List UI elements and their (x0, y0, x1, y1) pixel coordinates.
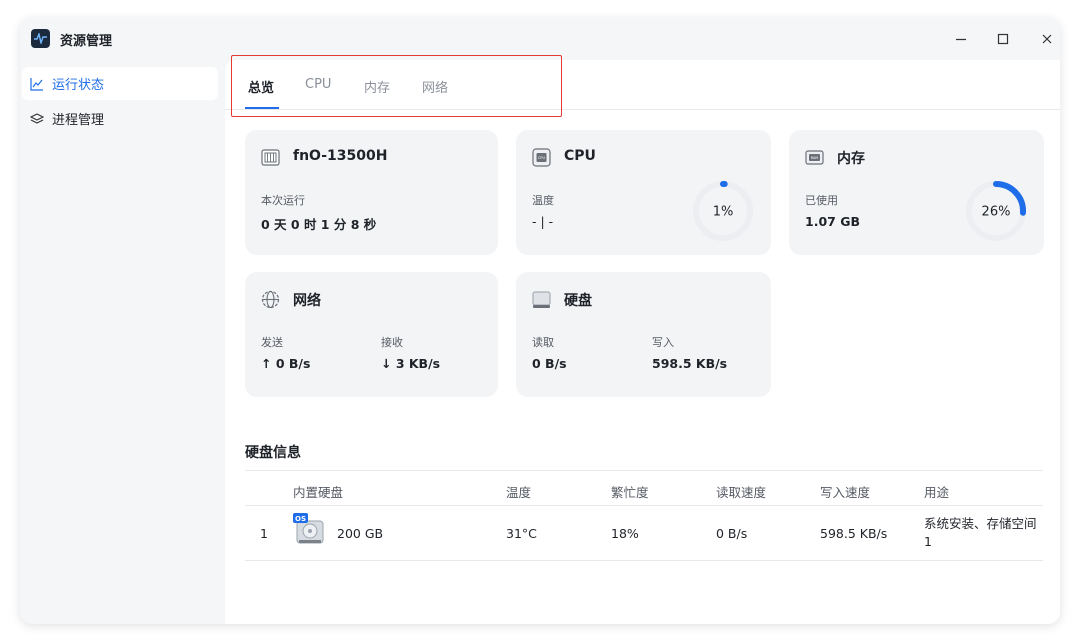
column-header: 内置硬盘 (293, 485, 344, 500)
title-bar: 资源管理 (20, 18, 1060, 60)
network-title: 网络 (293, 293, 321, 309)
cpu-title: CPU (564, 148, 596, 164)
disk-read-label: 读取 (532, 336, 554, 349)
disk-title: 硬盘 (564, 293, 592, 309)
disk-temp: 31°C (506, 526, 537, 541)
column-header: 读取速度 (716, 485, 767, 500)
minimize-button[interactable] (948, 28, 974, 50)
memory-used-label: 已使用 (805, 194, 838, 207)
cpu-temp-label: 温度 (532, 194, 554, 207)
disk-busy: 18% (611, 526, 639, 541)
network-card: 网络 发送 ↑ 0 B/s 接收 ↓ 3 KB/s (245, 272, 498, 397)
main-panel: 总览 CPU 内存 网络 fnO-13500H 本次运行 0 天 0 时 1 分… (225, 60, 1060, 624)
system-name: fnO-13500H (293, 148, 388, 164)
sidebar-item-process-management[interactable]: 进程管理 (22, 102, 218, 135)
column-header: 写入速度 (820, 485, 871, 500)
svg-text:CPU: CPU (538, 156, 545, 160)
disk-write-speed: 598.5 KB/s (820, 526, 888, 541)
cpu-usage-ring: 1% (693, 181, 753, 241)
ram-icon: RAM (805, 148, 824, 167)
memory-used-value: 1.07 GB (805, 214, 860, 229)
os-badge: OS (295, 515, 306, 523)
uptime-label: 本次运行 (261, 194, 305, 207)
disk-read-speed: 0 B/s (716, 526, 748, 541)
disk-size: 200 GB (337, 526, 384, 541)
disk-usage: 系统安装、存储空间 1 (924, 516, 1037, 549)
cpu-usage-text: 1% (713, 205, 734, 220)
disk-write-label: 写入 (652, 336, 674, 349)
layers-icon (30, 111, 46, 127)
sidebar-item-run-status[interactable]: 运行状态 (22, 67, 218, 100)
disk-table-header: 内置硬盘 温度 繁忙度 读取速度 写入速度 用途 (245, 470, 1043, 506)
app-logo-icon (31, 29, 50, 48)
cpu-icon: CPU (532, 148, 551, 167)
close-icon (1042, 34, 1052, 44)
memory-usage-ring: 26% (966, 181, 1026, 241)
memory-usage-text: 26% (982, 205, 1011, 220)
network-send-value: ↑ 0 B/s (261, 356, 311, 371)
minimize-icon (956, 38, 966, 41)
memory-card: RAM 内存 已使用 1.07 GB 26% (789, 130, 1044, 255)
maximize-button[interactable] (990, 28, 1016, 50)
sidebar-item-label: 运行状态 (52, 78, 105, 93)
table-row[interactable]: 1 OS 200 GB 31°C 18% 0 B/s 598.5 KB/s 系统… (245, 506, 1043, 561)
column-header: 繁忙度 (611, 485, 649, 500)
hard-disk-icon (532, 290, 551, 309)
system-card: fnO-13500H 本次运行 0 天 0 时 1 分 8 秒 (245, 130, 498, 255)
uptime-value: 0 天 0 时 1 分 8 秒 (261, 217, 377, 232)
column-header: 用途 (924, 485, 950, 500)
globe-icon (261, 290, 280, 309)
network-recv-label: 接收 (381, 336, 403, 349)
chip-icon (261, 148, 280, 167)
cpu-card: CPU CPU 温度 - | - 1% (516, 130, 771, 255)
sidebar-item-label: 进程管理 (52, 113, 105, 128)
maximize-icon (997, 33, 1009, 45)
column-header: 温度 (506, 485, 532, 500)
line-chart-icon (30, 76, 46, 92)
app-title: 资源管理 (60, 34, 113, 49)
disk-info-title: 硬盘信息 (245, 445, 301, 461)
disk-read-value: 0 B/s (532, 356, 567, 371)
close-button[interactable] (1034, 28, 1060, 50)
network-send-label: 发送 (261, 336, 283, 349)
memory-title: 内存 (837, 151, 865, 167)
cpu-temp-value: - | - (532, 214, 554, 229)
row-index: 1 (260, 526, 268, 541)
disk-write-value: 598.5 KB/s (652, 356, 728, 371)
disk-card: 硬盘 读取 0 B/s 写入 598.5 KB/s (516, 272, 771, 397)
svg-text:RAM: RAM (811, 156, 819, 160)
network-recv-value: ↓ 3 KB/s (381, 356, 441, 371)
highlight-annotation (231, 55, 562, 117)
sidebar: 运行状态 进程管理 (20, 60, 225, 624)
